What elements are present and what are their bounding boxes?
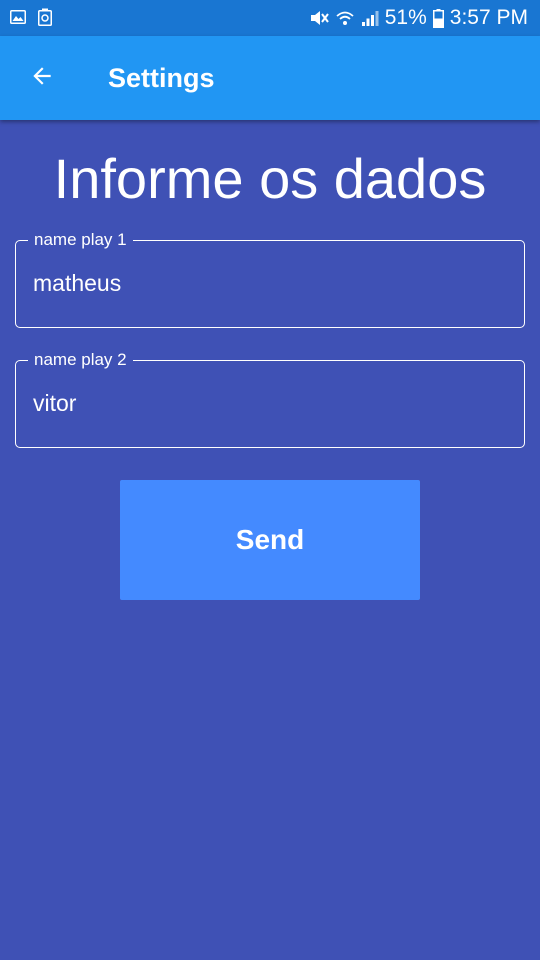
recycle-icon [38, 8, 52, 26]
page-heading: Informe os dados [53, 147, 487, 210]
image-icon [10, 10, 26, 24]
back-button[interactable] [20, 56, 64, 100]
status-bar-right: 51% 3:57 PM [309, 0, 528, 36]
mute-icon [309, 9, 329, 27]
name-play-2-field: name play 2 [15, 350, 525, 448]
status-bar: 51% 3:57 PM [0, 0, 540, 36]
name-play-1-field: name play 1 [15, 230, 525, 328]
app-bar: Settings [0, 36, 540, 120]
wifi-icon [335, 9, 355, 27]
name-play-1-label: name play 1 [28, 230, 133, 250]
status-time: 3:57 PM [449, 6, 528, 29]
battery-percent: 51% [384, 6, 427, 29]
name-play-2-input[interactable] [33, 383, 503, 423]
status-bar-left [10, 8, 52, 26]
name-play-2-label: name play 2 [28, 350, 133, 370]
battery-icon [432, 8, 444, 28]
app-bar-title: Settings [108, 63, 215, 93]
name-play-1-input[interactable] [33, 263, 503, 303]
send-button[interactable]: Send [120, 480, 420, 600]
arrow-back-icon [29, 63, 55, 94]
signal-icon [361, 9, 379, 27]
